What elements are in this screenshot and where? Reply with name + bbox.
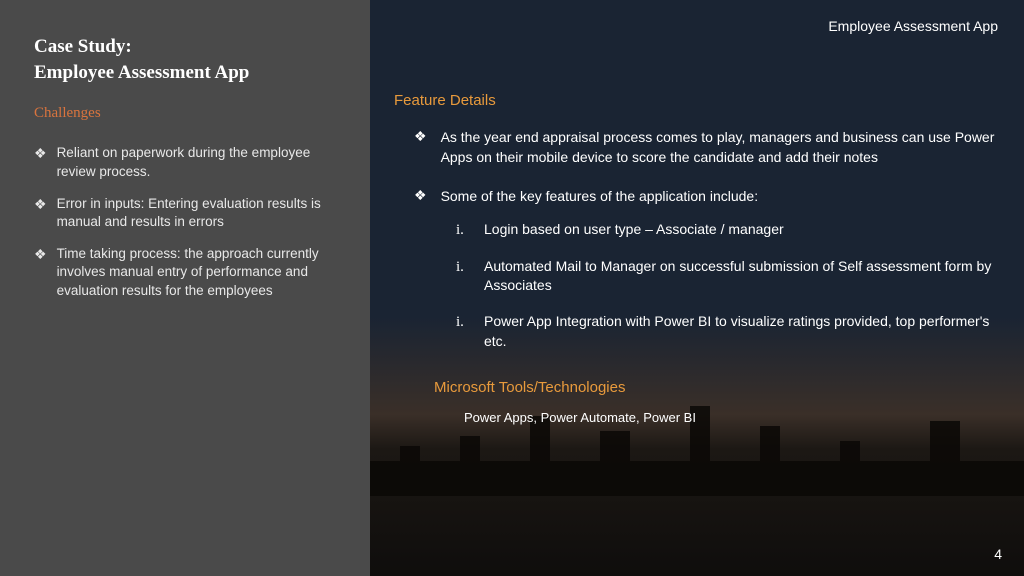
list-item: ❖ Error in inputs: Entering evaluation r…: [34, 195, 342, 231]
sub-feature-text: Automated Mail to Manager on successful …: [484, 257, 996, 296]
challenges-heading: Challenges: [34, 105, 342, 122]
content-area: Feature Details ❖ As the year end apprai…: [394, 92, 996, 425]
feature-text: As the year end appraisal process comes …: [441, 127, 996, 168]
roman-marker: i.: [456, 312, 484, 333]
feature-list: ❖ As the year end appraisal process come…: [414, 127, 996, 206]
list-item: ❖ Some of the key features of the applic…: [414, 186, 996, 206]
page-number: 4: [994, 546, 1002, 562]
feature-details-heading: Feature Details: [394, 92, 996, 109]
title-line2: Employee Assessment App: [34, 60, 342, 86]
list-item: i. Automated Mail to Manager on successf…: [456, 257, 996, 296]
diamond-bullet-icon: ❖: [34, 245, 47, 263]
main-panel: Employee Assessment App Feature Details …: [370, 0, 1024, 576]
diamond-bullet-icon: ❖: [414, 186, 427, 204]
list-item: ❖ Reliant on paperwork during the employ…: [34, 144, 342, 180]
header-label: Employee Assessment App: [828, 18, 998, 34]
list-item: i. Login based on user type – Associate …: [456, 220, 996, 241]
sidebar-panel: Case Study: Employee Assessment App Chal…: [0, 0, 370, 576]
sub-feature-text: Login based on user type – Associate / m…: [484, 220, 784, 240]
sub-feature-text: Power App Integration with Power BI to v…: [484, 312, 996, 351]
sidebar-title: Case Study: Employee Assessment App: [34, 34, 342, 85]
tools-heading: Microsoft Tools/Technologies: [434, 379, 996, 396]
challenge-text: Time taking process: the approach curren…: [57, 245, 342, 300]
sub-feature-list: i. Login based on user type – Associate …: [456, 220, 996, 351]
diamond-bullet-icon: ❖: [34, 144, 47, 162]
feature-text: Some of the key features of the applicat…: [441, 186, 759, 206]
tools-text: Power Apps, Power Automate, Power BI: [464, 410, 996, 425]
list-item: ❖ Time taking process: the approach curr…: [34, 245, 342, 300]
roman-marker: i.: [456, 220, 484, 241]
challenge-text: Error in inputs: Entering evaluation res…: [57, 195, 342, 231]
list-item: i. Power App Integration with Power BI t…: [456, 312, 996, 351]
diamond-bullet-icon: ❖: [414, 127, 427, 145]
title-line1: Case Study:: [34, 34, 342, 60]
challenge-text: Reliant on paperwork during the employee…: [57, 144, 342, 180]
roman-marker: i.: [456, 257, 484, 278]
challenges-list: ❖ Reliant on paperwork during the employ…: [34, 144, 342, 300]
list-item: ❖ As the year end appraisal process come…: [414, 127, 996, 168]
diamond-bullet-icon: ❖: [34, 195, 47, 213]
